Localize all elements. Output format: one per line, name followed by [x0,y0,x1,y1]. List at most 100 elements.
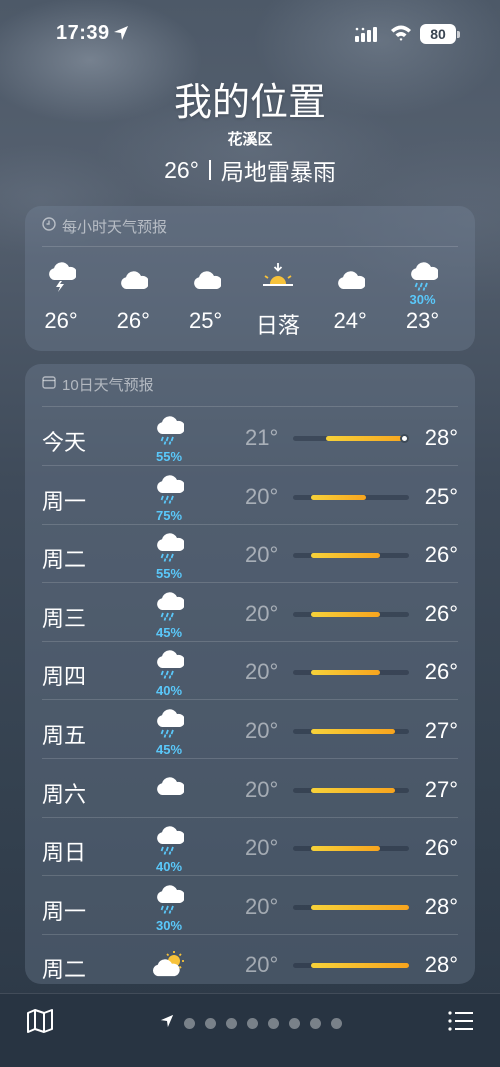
daily-low-temperature: 20° [245,483,279,509]
temperature-range-fill [311,846,380,852]
rain-cloud-icon: 40% [147,826,191,874]
daily-low-temperature: 20° [245,893,279,919]
map-button[interactable] [26,1008,54,1034]
daily-forecast-row[interactable]: 今天 55% 21° 28° [25,408,475,466]
rain-cloud-icon: 40% [147,650,191,698]
daily-high-temperature: 28° [424,425,458,450]
summary-separator [208,160,211,180]
ten-day-forecast-card[interactable]: 10日天气预报 今天 55% 21° 28° 周一 75% 20° 25° 周二 [25,364,475,984]
daily-precip-probability: 40% [155,859,183,875]
hourly-item: 30% 23° [387,258,459,333]
page-dot[interactable] [310,1018,321,1029]
rain-cloud-icon: 55% [147,533,191,581]
temperature-range-fill [311,904,409,910]
hourly-divider [42,246,458,247]
day-name: 周日 [42,840,87,866]
page-dot[interactable] [226,1018,237,1029]
hourly-item: 24° [314,258,386,333]
daily-low-temperature: 20° [245,835,279,861]
hourly-precip-probability [170,292,242,308]
hourly-item: 25° [170,258,242,333]
daily-precip-probability: 45% [155,742,183,757]
page-dot[interactable] [289,1018,300,1029]
current-condition: 局地雷暴雨 [220,159,336,185]
daily-forecast-row[interactable]: 周日 40% 20° 26° [25,818,475,877]
daily-low-temperature: 20° [245,776,279,802]
hourly-precip-probability [25,292,97,308]
daily-high-temperature: 26° [424,659,458,685]
bottom-toolbar [0,993,500,1067]
hourly-precip-probability: 30% [409,292,436,307]
daily-forecast-row[interactable]: 周一 30% 20° 28° [25,877,475,935]
daily-high-temperature: 26° [424,542,458,568]
daily-forecast-row[interactable]: 周一 75% 20° 25° [25,467,475,525]
page-dot[interactable] [205,1018,216,1029]
temperature-range-bar [293,729,409,734]
daily-forecast-row[interactable]: 周五 45% 20° 27° [25,701,475,759]
temperature-range-fill [311,787,395,793]
day-name: 周二 [42,957,87,983]
cloud-icon [314,258,386,292]
daily-precip-probability: 55% [155,449,183,464]
page-dot[interactable] [268,1018,279,1029]
rain-cloud-icon [387,258,459,292]
daily-precip-probability: 40% [155,683,183,699]
daily-forecast-row[interactable]: 周六 20° 27° [25,760,475,818]
daily-high-temperature: 28° [424,893,458,919]
hourly-precip-probability [242,292,314,308]
daily-high-temperature: 28° [424,952,458,978]
rain-cloud-icon: 75% [147,474,191,523]
daily-low-temperature: 21° [245,425,279,450]
hourly-temperature: 23° [405,308,440,333]
thunderstorm-icon [25,258,97,292]
temperature-range-bar [293,846,409,852]
daily-forecast-row[interactable]: 周二 20° 28° [25,935,475,993]
page-indicator[interactable] [160,1014,342,1033]
daily-high-temperature: 26° [424,600,458,626]
ten-day-forecast-header: 10日天气预报 [25,364,475,404]
day-name: 周一 [42,488,87,514]
daily-forecast-row[interactable]: 周三 45% 20° 26° [25,584,475,642]
temperature-range-bar [293,494,409,500]
sunset-icon [242,258,314,292]
page-dot[interactable] [184,1018,195,1029]
temperature-range-fill [325,436,409,441]
hourly-precip-probability [314,292,386,308]
hourly-temperature: 26° [116,308,150,333]
cloud-icon [170,258,242,292]
daily-precip-probability: 30% [155,917,183,933]
daily-low-temperature: 20° [245,952,279,978]
daily-low-temperature: 20° [245,542,279,568]
hourly-forecast-header: 每小时天气预报 [25,206,475,246]
rain-cloud-icon: 45% [147,592,191,640]
daily-low-temperature: 20° [245,600,279,626]
current-summary: 26° 局地雷暴雨 [0,153,500,187]
page-dot[interactable] [331,1018,342,1029]
daily-forecast-row[interactable]: 周四 40% 20° 26° [25,642,475,701]
status-time: 17:39 [56,22,110,44]
daily-divider [42,406,458,407]
battery-tip [457,31,460,38]
hourly-forecast-title: 每小时天气预报 [62,218,168,236]
clock-icon [42,217,56,235]
temperature-range-bar [293,611,409,617]
day-name: 周六 [42,781,87,807]
temperature-range-bar [293,963,409,969]
daily-forecast-row[interactable]: 周二 55% 20° 26° [25,525,475,584]
current-temperature: 26° [164,156,199,183]
daily-precip-probability: 45% [155,624,183,640]
daily-high-temperature: 25° [424,483,458,509]
district-name: 花溪区 [227,131,273,148]
city-list-button[interactable] [447,1008,475,1034]
hourly-item: 26° [25,258,97,333]
ten-day-forecast-title: 10日天气预报 [62,376,154,394]
hourly-precip-probability [97,292,169,308]
temperature-range-fill [311,729,395,734]
current-location-arrow-icon[interactable] [160,1014,174,1033]
battery-indicator: 80 [420,24,456,44]
hourly-temperature: 日落 [255,313,300,338]
daily-precip-probability: 55% [155,566,183,582]
page-dot[interactable] [247,1018,258,1029]
daily-high-temperature: 27° [424,776,458,802]
location-arrow-icon [113,25,129,46]
